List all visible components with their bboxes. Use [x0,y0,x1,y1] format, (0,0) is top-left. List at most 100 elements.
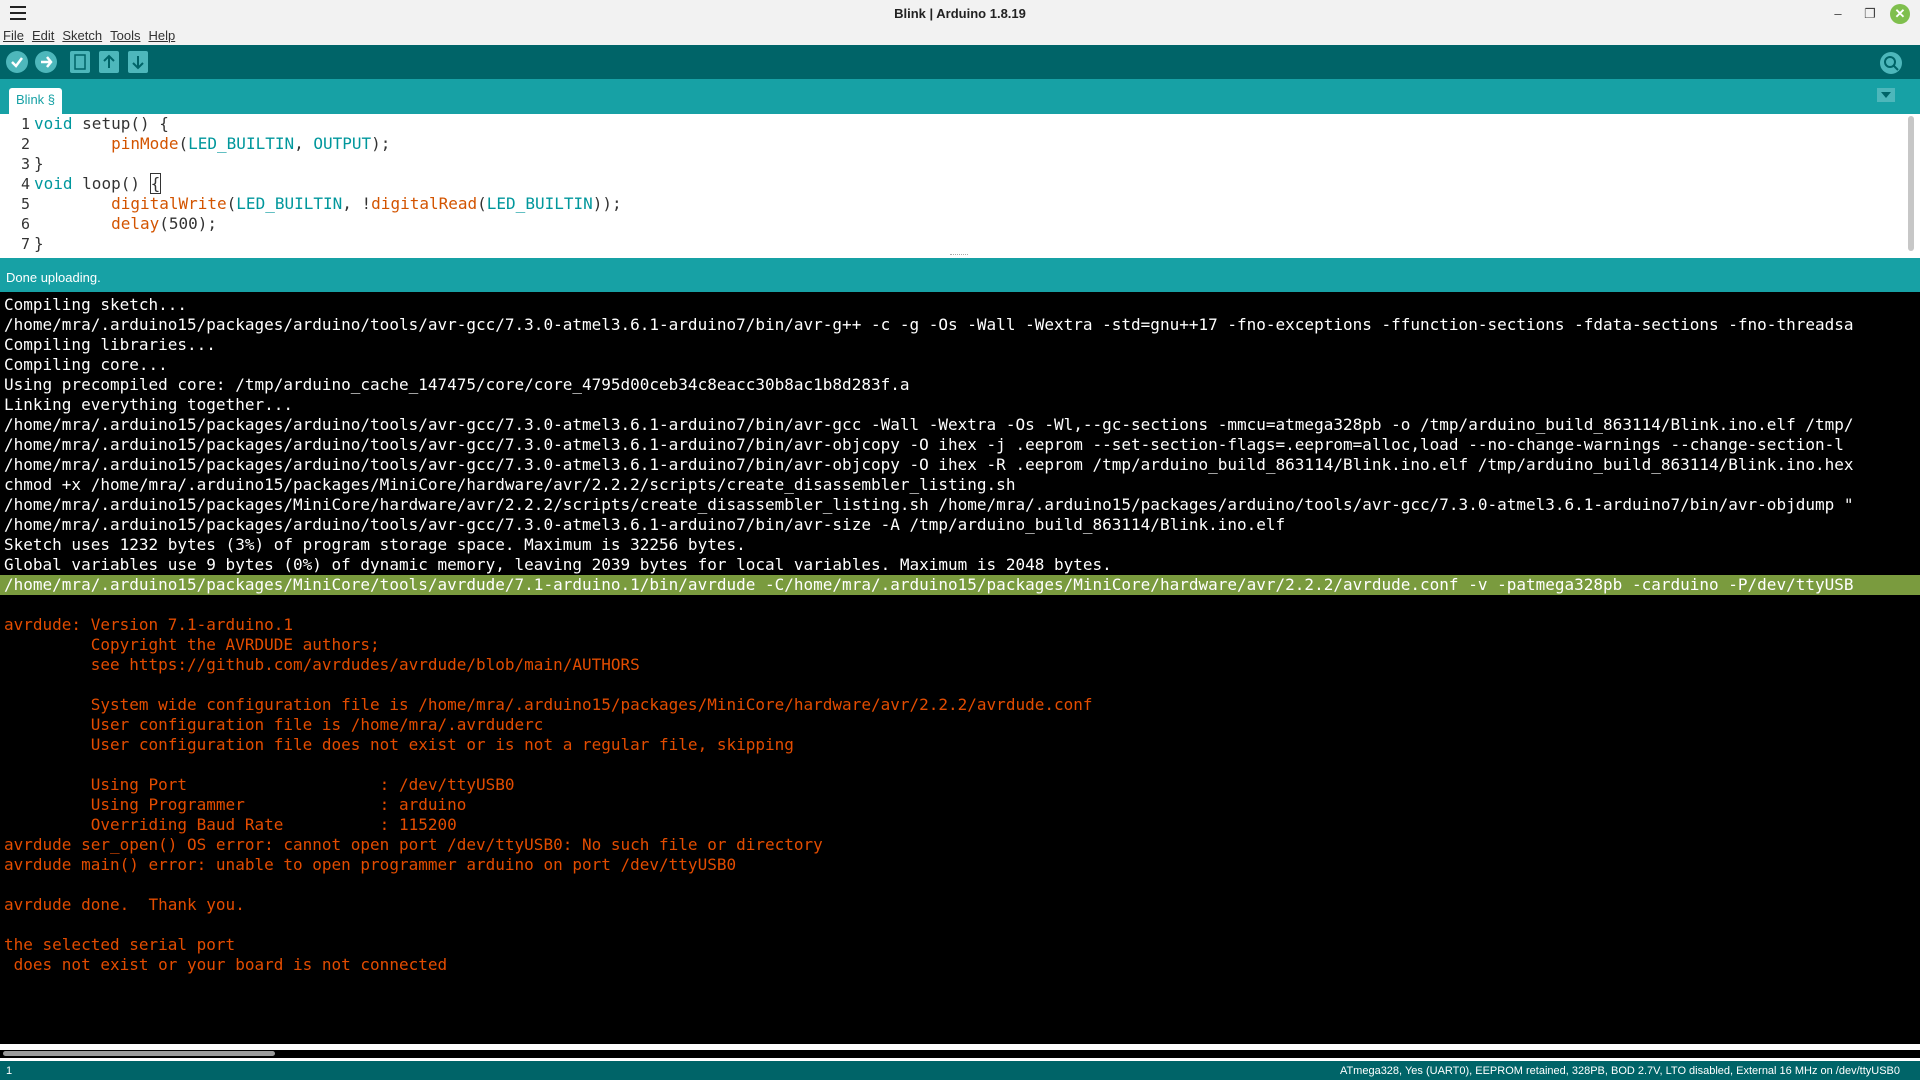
code-token: delay [111,214,160,233]
code-token: LED_BUILTIN [236,194,343,213]
code-token: digitalRead [371,194,478,213]
console-line: /home/mra/.arduino15/packages/arduino/to… [4,515,1286,534]
console-line: avrdude ser_open() OS error: cannot open… [4,835,823,854]
code-token: (500); [159,214,218,233]
line-number: 2 [20,135,30,153]
console-line: does not exist or your board is not conn… [4,955,448,974]
console-line: /home/mra/.arduino15/packages/arduino/to… [4,315,1854,334]
check-icon [11,57,23,68]
line-number: 3 [20,155,30,173]
code-line[interactable]: } [34,234,622,254]
new-sketch-button[interactable] [70,51,90,73]
console-line: System wide configuration file is /home/… [4,695,1093,714]
save-sketch-button[interactable] [128,51,148,73]
code-token: loop() [82,174,150,193]
title-bar: Blink | Arduino 1.8.19 – ❐ ✕ [0,0,1920,29]
console-line: chmod +x /home/mra/.arduino15/packages/M… [4,475,1016,494]
tab-blink[interactable]: Blink § [9,88,63,114]
code-token: } [34,154,44,173]
console-line: /home/mra/.arduino15/packages/arduino/to… [4,435,1844,454]
board-info: ATmega328, Yes (UART0), EEPROM retained,… [1339,1065,1900,1077]
menu-file[interactable]: File [3,28,24,43]
arrow-up-icon [103,54,115,68]
split-handle[interactable] [950,254,968,255]
code-line[interactable]: void setup() { [34,114,622,134]
code-line[interactable]: delay(500); [34,214,622,234]
console-line: Using Port : /dev/ttyUSB0 [4,775,515,794]
line-number: 5 [20,195,30,213]
verify-button[interactable] [6,51,28,73]
code-token: ); [371,134,391,153]
console-line: /home/mra/.arduino15/packages/MiniCore/h… [4,495,1854,514]
open-sketch-button[interactable] [99,51,119,73]
console-line-highlighted: /home/mra/.arduino15/packages/MiniCore/t… [0,575,1920,595]
code-token: { [149,173,162,194]
code-lines[interactable]: void setup() { pinMode(LED_BUILTIN, OUTP… [34,114,622,254]
footer-bar: 1 ATmega328, Yes (UART0), EEPROM retaine… [0,1061,1920,1080]
arrow-down-icon [132,56,144,70]
menu-sketch[interactable]: Sketch [62,28,102,43]
console-line: Global variables use 9 bytes (0%) of dyn… [4,555,1112,574]
code-token: , [294,134,314,153]
console-line: avrdude main() error: unable to open pro… [4,855,737,874]
line-number: 7 [20,235,30,253]
line-number: 6 [20,215,30,233]
code-editor[interactable]: 1 2 3 4 5 6 7 void setup() { pinMode(LED… [0,114,1920,255]
console-line: Sketch uses 1232 bytes (3%) of program s… [4,535,746,554]
console-horizontal-scrollbar[interactable] [0,1050,1920,1058]
console-line: User configuration file is /home/mra/.av… [4,715,544,734]
editor-scrollbar[interactable] [1908,116,1914,251]
window-title: Blink | Arduino 1.8.19 [894,6,1026,21]
menu-tools[interactable]: Tools [110,28,140,43]
console-line: the selected serial port [4,935,236,954]
code-token: ( [477,194,487,213]
console-line: /home/mra/.arduino15/packages/arduino/to… [4,455,1854,474]
console-lines: Compiling sketch.../home/mra/.arduino15/… [0,295,1920,975]
code-token: LED_BUILTIN [486,194,593,213]
code-token: ( [178,134,189,153]
code-token: OUTPUT [313,134,372,153]
console-line: Linking everything together... [4,395,293,414]
maximize-icon[interactable]: ❐ [1860,4,1880,24]
console-line: avrdude done. Thank you. [4,895,245,914]
code-line[interactable]: void loop() { [34,173,622,194]
arrow-right-icon [41,56,53,68]
tab-menu-dropdown-icon[interactable] [1877,88,1895,102]
console-line: see https://github.com/avrdudes/avrdude/… [4,655,640,674]
code-token: pinMode [111,134,179,153]
code-line[interactable]: digitalWrite(LED_BUILTIN, !digitalRead(L… [34,194,622,214]
console-line: Overriding Baud Rate : 115200 [4,815,457,834]
code-line[interactable]: pinMode(LED_BUILTIN, OUTPUT); [34,134,622,154]
minimize-icon[interactable]: – [1828,4,1848,24]
menu-help[interactable]: Help [148,28,175,43]
code-token: setup() { [82,114,169,133]
upload-button[interactable] [35,51,57,73]
line-number: 4 [20,175,30,193]
code-token: } [34,234,44,253]
console-scroll-thumb[interactable] [3,1051,275,1056]
close-icon[interactable]: ✕ [1890,4,1910,24]
new-file-icon [74,54,86,70]
console-line: Compiling libraries... [4,335,216,354]
console-line: Compiling sketch... [4,295,188,314]
code-token: void [34,174,83,193]
serial-monitor-button[interactable] [1880,52,1902,74]
console-line: Using precompiled core: /tmp/arduino_cac… [4,375,910,394]
console-line: /home/mra/.arduino15/packages/arduino/to… [4,415,1854,434]
tab-bar: Blink § [0,79,1920,114]
code-token: , ! [342,194,372,213]
code-line[interactable]: } [34,154,622,174]
code-token: void [34,114,83,133]
line-number-gutter: 1 2 3 4 5 6 7 [0,114,30,254]
menu-edit[interactable]: Edit [32,28,54,43]
code-token: LED_BUILTIN [188,134,295,153]
console-output[interactable]: Compiling sketch.../home/mra/.arduino15/… [0,292,1920,1044]
